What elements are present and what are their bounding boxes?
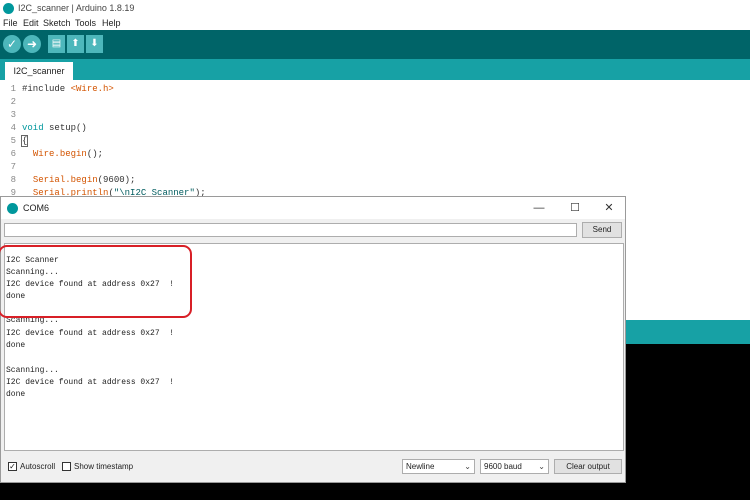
output-line: done [6, 341, 26, 350]
serial-begin: Serial.begin [32, 175, 98, 185]
line-number: 5 [10, 136, 16, 146]
check-icon: ✓ [6, 37, 18, 51]
output-line: I2C device found at address 0x27 ! [6, 329, 175, 338]
open-button[interactable]: ⬆ [67, 35, 84, 53]
keyword-void: void [22, 123, 44, 133]
chevron-down-icon: ⌄ [464, 462, 471, 471]
upload-button[interactable]: ➜ [23, 35, 41, 53]
serial-title-bar: COM6 — ☐ ✕ [1, 197, 625, 219]
arduino-logo-icon [3, 3, 14, 14]
arrow-down-icon: ⬇ [90, 38, 99, 49]
line-number: 3 [10, 110, 16, 120]
serial-input[interactable] [4, 223, 577, 237]
line-number: 6 [10, 149, 16, 159]
minimize-button[interactable]: — [527, 200, 551, 216]
tab-sketch[interactable]: I2C_scanner [5, 62, 73, 80]
checkmark-icon: ✓ [9, 462, 16, 471]
serial-footer: ✓ Autoscroll Show timestamp Newline ⌄ 96… [1, 455, 625, 481]
menu-help[interactable]: Help [102, 18, 121, 28]
include-file: <Wire.h> [70, 84, 114, 94]
line-ending-select[interactable]: Newline ⌄ [402, 459, 475, 474]
code-line-4: void setup() [22, 123, 87, 133]
timestamp-checkbox[interactable] [62, 462, 71, 471]
code-line-5: { [20, 135, 29, 147]
maximize-button[interactable]: ☐ [563, 200, 587, 216]
setup-fn: setup() [49, 123, 87, 133]
line-ending-value: Newline [406, 462, 435, 471]
verify-button[interactable]: ✓ [3, 35, 21, 53]
serial-monitor-window: COM6 — ☐ ✕ Send I2C Scanner Scanning... … [0, 196, 626, 483]
chevron-down-icon: ⌄ [538, 462, 545, 471]
maximize-icon: ☐ [570, 202, 580, 214]
menu-bar: File Edit Sketch Tools Help [0, 16, 750, 30]
autoscroll-checkbox[interactable]: ✓ [8, 462, 17, 471]
code-line-8: Serial.begin(9600); [32, 175, 136, 185]
menu-sketch[interactable]: Sketch [43, 18, 71, 28]
baud-rate-select[interactable]: 9600 baud ⌄ [480, 459, 549, 474]
close-button[interactable]: ✕ [597, 200, 621, 216]
line-number: 2 [10, 97, 16, 107]
minimize-icon: — [533, 202, 545, 214]
line-number: 1 [10, 84, 16, 94]
code-line-1: #include <Wire.h> [22, 84, 114, 94]
wire-begin: Wire.begin [32, 149, 87, 159]
menu-tools[interactable]: Tools [75, 18, 96, 28]
send-button[interactable]: Send [582, 222, 622, 238]
output-line: Scanning... [6, 366, 59, 375]
arrow-up-icon: ⬆ [71, 38, 80, 49]
output-line: I2C device found at address 0x27 ! [6, 378, 175, 387]
include-directive: #include [22, 84, 66, 94]
close-icon: ✕ [604, 202, 614, 214]
window-title: I2C_scanner | Arduino 1.8.19 [18, 3, 135, 13]
clear-output-button[interactable]: Clear output [554, 459, 622, 474]
highlight-annotation [0, 245, 192, 318]
new-file-icon: ▤ [51, 38, 62, 49]
baud-rate-value: 9600 baud [484, 462, 522, 471]
output-line: done [6, 390, 26, 399]
new-button[interactable]: ▤ [48, 35, 65, 53]
autoscroll-label: Autoscroll [20, 462, 56, 471]
arrow-right-icon: ➜ [26, 37, 38, 51]
menu-file[interactable]: File [3, 18, 18, 28]
tab-strip: I2C_scanner [0, 59, 750, 80]
ide-title-bar: I2C_scanner | Arduino 1.8.19 [0, 0, 750, 16]
menu-edit[interactable]: Edit [23, 18, 39, 28]
line-number: 8 [10, 175, 16, 185]
arduino-logo-icon [7, 203, 18, 214]
line-number: 7 [10, 162, 16, 172]
save-button[interactable]: ⬇ [86, 35, 103, 53]
ide-toolbar: ✓ ➜ ▤ ⬆ ⬇ [0, 30, 750, 59]
code-line-6: Wire.begin(); [32, 149, 104, 159]
line-number: 4 [10, 123, 16, 133]
timestamp-label: Show timestamp [74, 462, 134, 471]
serial-port-title: COM6 [23, 203, 50, 213]
